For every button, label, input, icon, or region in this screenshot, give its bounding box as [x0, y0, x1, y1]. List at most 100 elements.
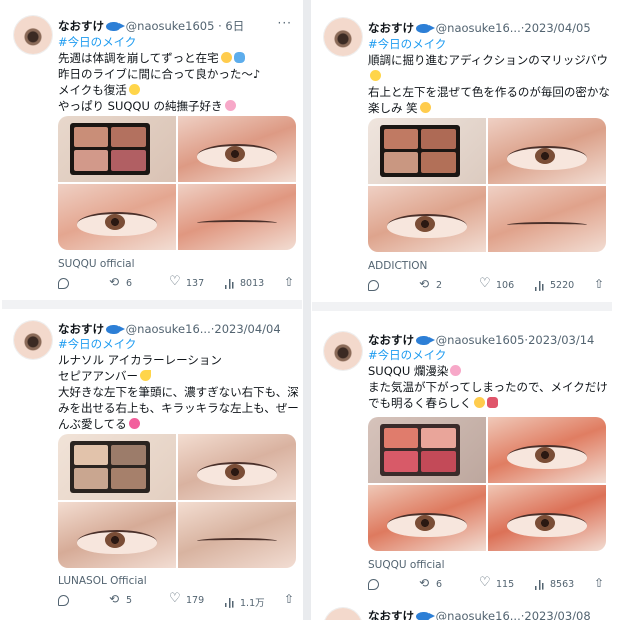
eye-makeup-photo[interactable] [488, 417, 606, 483]
palette-pan [421, 128, 457, 150]
reply-button[interactable] [368, 579, 379, 590]
eye-makeup-photo[interactable] [368, 186, 486, 252]
user-handle[interactable]: @naosuke16... [436, 21, 521, 35]
image-source-label[interactable]: SUQQU official [58, 258, 135, 270]
display-name[interactable]: なおすけ [58, 322, 104, 336]
eye-makeup-photo[interactable] [58, 502, 176, 568]
retweet-button[interactable]: 5 [109, 592, 132, 606]
display-name[interactable]: なおすけ [368, 21, 414, 35]
photo-grid[interactable] [58, 116, 296, 250]
share-icon [594, 277, 605, 291]
avatar[interactable] [14, 321, 52, 359]
display-name[interactable]: なおすけ [368, 333, 414, 347]
hashtag-link[interactable]: #今日のメイク [368, 347, 606, 363]
fish-emoji-icon [106, 325, 125, 334]
eye-makeup-photo[interactable] [488, 118, 606, 184]
like-button[interactable]: 179 [169, 591, 204, 606]
post-date[interactable]: 6日 [225, 19, 244, 33]
like-button[interactable]: 137 [169, 274, 204, 289]
palette-pan [73, 468, 109, 490]
views-button[interactable]: 8013 [224, 278, 264, 289]
views-button[interactable]: 8563 [534, 579, 574, 590]
eye-makeup-photo[interactable] [178, 184, 296, 250]
eye-makeup-photo[interactable] [58, 184, 176, 250]
views-button[interactable]: 1.1万 [224, 595, 265, 609]
post-date[interactable]: 2023/04/04 [214, 322, 280, 336]
share-button[interactable] [284, 592, 295, 606]
photo-grid[interactable] [368, 417, 606, 551]
fish-emoji-icon [416, 336, 435, 345]
image-source-label[interactable]: ADDICTION [368, 260, 427, 272]
eye-makeup-photo[interactable] [488, 186, 606, 252]
reply-button[interactable] [58, 278, 69, 289]
image-source-label[interactable]: SUQQU official [368, 559, 445, 571]
photo-grid[interactable] [58, 434, 296, 568]
retweet-button[interactable]: 2 [419, 277, 443, 291]
avatar[interactable] [324, 332, 362, 370]
image-source-label[interactable]: LUNASOL Official [58, 575, 147, 587]
avatar[interactable] [324, 608, 362, 620]
hashtag-link[interactable]: #今日のメイク [58, 336, 296, 352]
tweet-card[interactable]: なおすけ @naosuke16...·2023/04/05 #今日のメイク 順調… [312, 0, 612, 300]
view-count: 5220 [550, 280, 575, 291]
tweet-card[interactable]: なおすけ @naosuke1605 · 6日 ··· #今日のメイク 先週は体調… [2, 0, 302, 300]
palette-pan [111, 444, 147, 466]
post-date[interactable]: 2023/03/08 [524, 609, 590, 620]
retweet-count: 2 [436, 280, 443, 291]
palette-photo[interactable] [368, 118, 486, 184]
tweet-line: 昨日のライブに間に合って良かった〜♪ [58, 67, 261, 81]
like-button[interactable]: 106 [479, 276, 514, 291]
post-date[interactable]: 2023/03/14 [528, 333, 594, 347]
right-screenshot-column: なおすけ @naosuke16...·2023/04/05 #今日のメイク 順調… [312, 0, 612, 620]
tweet-line: やっぱり SUQQU の純撫子好き [58, 99, 223, 113]
retweet-button[interactable]: 6 [419, 576, 443, 590]
retweet-button[interactable]: 6 [109, 275, 132, 289]
hashtag-link[interactable]: #今日のメイク [58, 34, 296, 50]
tweet-line: セピアアンバー [58, 369, 139, 383]
relieved-face-emoji-icon [220, 52, 232, 63]
palette-photo[interactable] [58, 434, 176, 500]
share-button[interactable] [284, 275, 295, 289]
more-options-icon[interactable]: ··· [278, 16, 292, 30]
eye-makeup-photo[interactable] [178, 502, 296, 568]
tweet-card[interactable]: なおすけ @naosuke1605·2023/03/14 #今日のメイク SUQ… [312, 320, 612, 605]
user-handle[interactable]: @naosuke16... [436, 609, 521, 620]
like-button[interactable]: 115 [479, 575, 514, 590]
eye-makeup-photo[interactable] [368, 485, 486, 551]
palette-pan [421, 451, 457, 473]
tweet-line: メイクも復活 [58, 83, 127, 97]
hashtag-link[interactable]: #今日のメイク [368, 36, 606, 52]
reply-button[interactable] [368, 280, 379, 291]
avatar[interactable] [324, 18, 362, 56]
tweet-card[interactable]: なおすけ @naosuke16...·2023/04/04 #今日のメイク ルナ… [2, 309, 302, 620]
heart-icon [479, 575, 491, 590]
display-name[interactable]: なおすけ [368, 609, 414, 620]
tweet-line: 楽しみ 笑 [368, 101, 418, 115]
user-handle[interactable]: @naosuke1605 [436, 333, 525, 347]
sparkles-emoji-icon [128, 84, 140, 95]
tweet-header: なおすけ @naosuke16...·2023/03/08 [368, 608, 591, 620]
post-date[interactable]: 2023/04/05 [524, 21, 590, 35]
palette-photo[interactable] [58, 116, 176, 182]
user-handle[interactable]: @naosuke1605 [126, 19, 215, 33]
palette-photo[interactable] [368, 417, 486, 483]
reply-icon [58, 278, 69, 289]
cherry-blossom-emoji-icon [224, 100, 236, 111]
share-icon [284, 592, 295, 606]
tweet-header: なおすけ @naosuke16...·2023/04/04 [58, 321, 281, 337]
share-button[interactable] [594, 576, 605, 590]
eye-makeup-photo[interactable] [178, 116, 296, 182]
photo-grid[interactable] [368, 118, 606, 252]
user-handle[interactable]: @naosuke16... [126, 322, 211, 336]
palette-pan [111, 126, 147, 148]
retweet-count: 6 [436, 579, 443, 590]
eye-makeup-photo[interactable] [488, 485, 606, 551]
share-button[interactable] [594, 277, 605, 291]
avatar[interactable] [14, 16, 52, 54]
retweet-icon [109, 592, 121, 606]
reply-button[interactable] [58, 595, 69, 606]
display-name[interactable]: なおすけ [58, 19, 104, 33]
views-button[interactable]: 5220 [534, 280, 574, 291]
crescent-moon-emoji-icon [140, 370, 152, 381]
eye-makeup-photo[interactable] [178, 434, 296, 500]
